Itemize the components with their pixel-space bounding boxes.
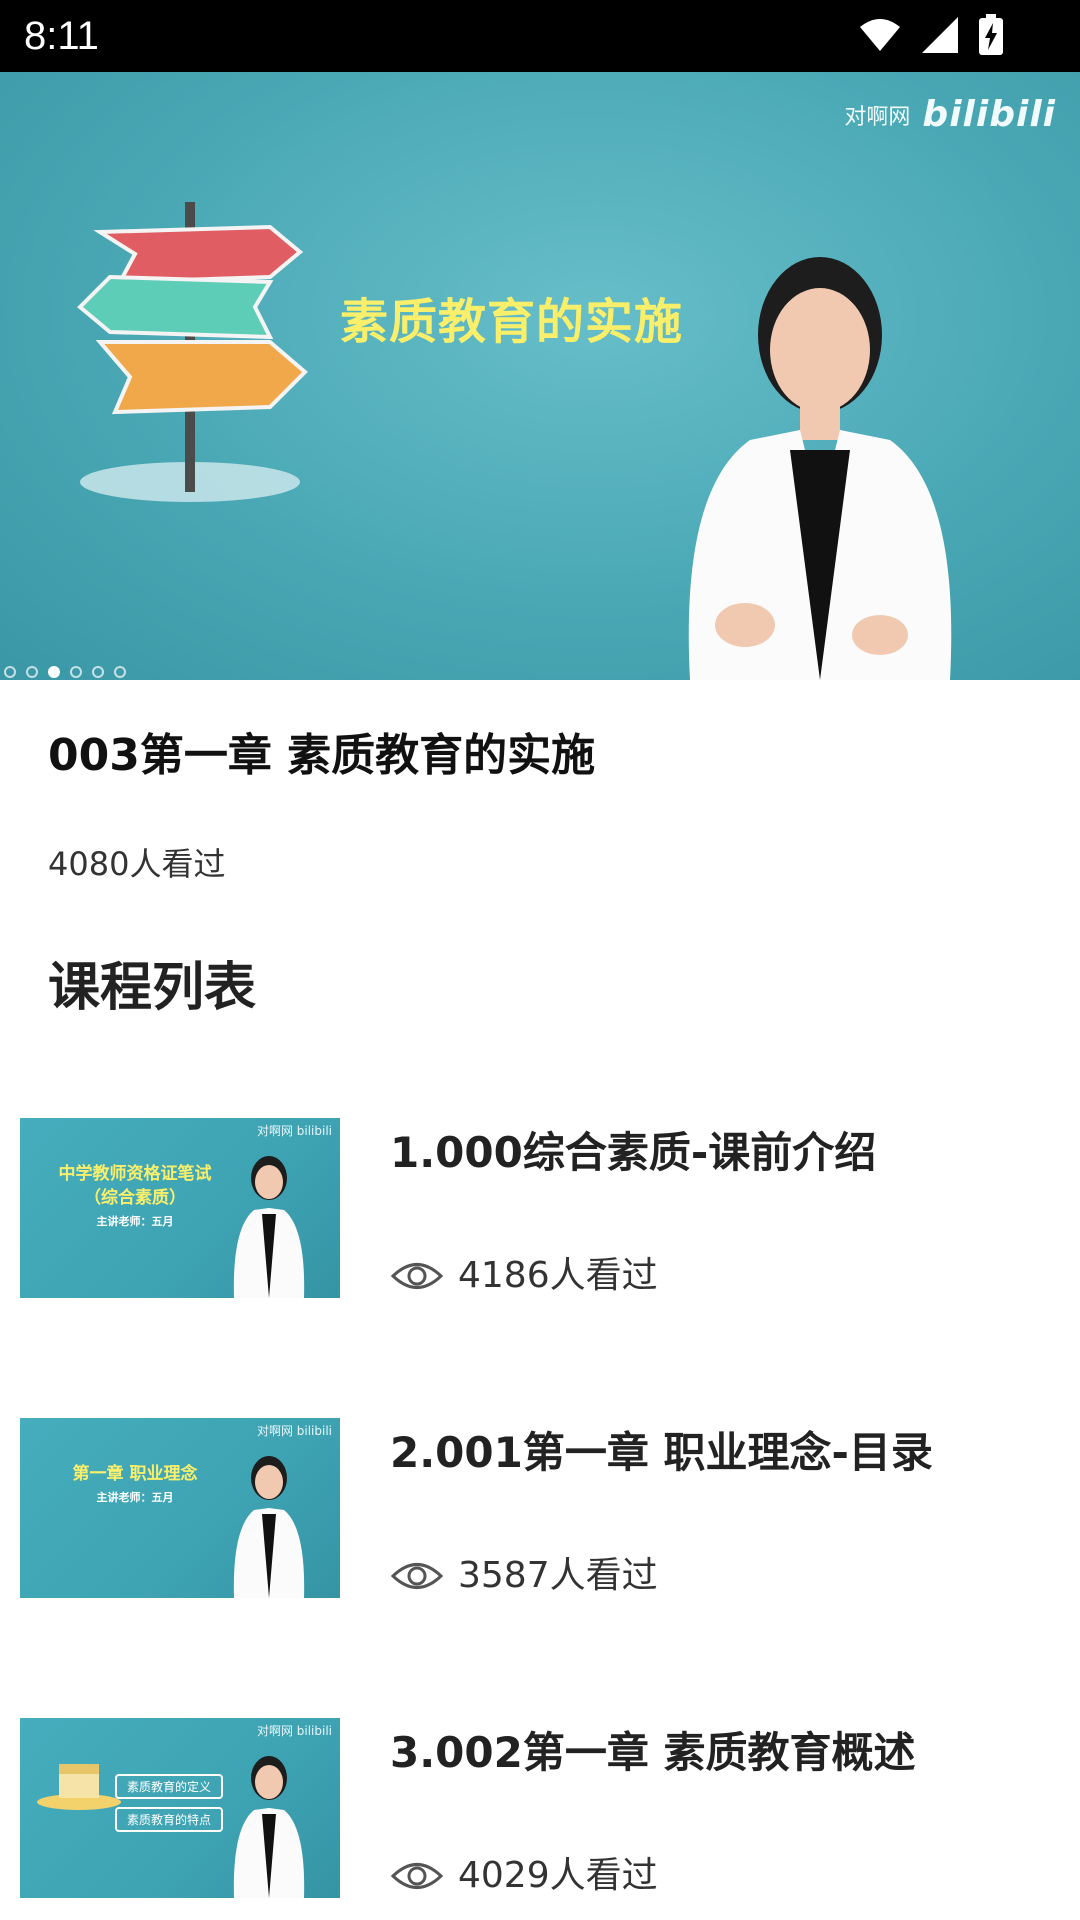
signpost-illustration [77, 202, 308, 502]
video-watermark: 对啊网 bilibili [844, 94, 1056, 135]
progress-dot [26, 666, 38, 678]
video-title: 003第一章 素质教育的实施 [48, 730, 596, 781]
thumbnail-caption-box: 素质教育的定义 [115, 1774, 224, 1799]
thumbnail-caption-line: （综合素质） [84, 1188, 186, 1208]
eye-icon [390, 1563, 444, 1589]
progress-dot [114, 666, 126, 678]
status-icons [858, 14, 1004, 56]
course-view-count: 4029人看过 [458, 1855, 658, 1896]
thumbnail-caption: 素质教育的定义 素质教育的特点 [115, 1774, 224, 1832]
course-thumbnail: 对啊网 bilibili 素质教育的定义 素质教育的特点 [20, 1718, 340, 1898]
signal-icon [922, 17, 958, 53]
course-views: 3587人看过 [390, 1554, 658, 1598]
thumbnail-subcaption: 主讲老师：五月 [96, 1491, 174, 1504]
wifi-icon [860, 19, 900, 51]
thumbnail-caption: 中学教师资格证笔试 （综合素质） 主讲老师：五月 [30, 1162, 240, 1234]
thumbnail-caption: 第一章 职业理念 主讲老师：五月 [30, 1462, 240, 1510]
video-heading: 素质教育的实施 [340, 294, 684, 350]
presenter-figure [688, 257, 952, 680]
course-thumbnail: 对啊网 bilibili 第一章 职业理念 主讲老师：五月 [20, 1418, 340, 1598]
battery-charging-icon [979, 14, 1003, 55]
status-time: 8:11 [24, 14, 99, 58]
thumbnail-caption-box: 素质教育的特点 [115, 1807, 224, 1832]
thumbnail-watermark: 对啊网 bilibili [256, 1124, 332, 1138]
eye-icon [390, 1263, 444, 1289]
thumbnail-watermark: 对啊网 bilibili [256, 1724, 332, 1738]
course-title: 1.000综合素质-课前介绍 [390, 1128, 877, 1177]
course-thumbnail: 对啊网 bilibili 中学教师资格证笔试 （综合素质） 主讲老师：五月 [20, 1118, 340, 1298]
course-views: 4186人看过 [390, 1254, 658, 1298]
course-views: 4029人看过 [390, 1854, 658, 1898]
thumbnail-caption-line: 第一章 职业理念 [72, 1464, 198, 1484]
course-title: 2.001第一章 职业理念-目录 [390, 1428, 933, 1477]
course-title: 3.002第一章 素质教育概述 [390, 1728, 916, 1777]
course-list-item[interactable]: 对啊网 bilibili 素质教育的定义 素质教育的特点 3.002第一章 素质… [0, 1718, 1080, 1918]
presenter-thumbnail-figure [233, 1756, 305, 1898]
watermark-text: 对啊网 [844, 104, 911, 130]
presenter-thumbnail-figure [233, 1156, 305, 1298]
treasure-chest-illustration [37, 1764, 121, 1810]
video-player[interactable]: 对啊网 bilibili 素质教育的实施 [0, 72, 1080, 680]
bilibili-logo: bilibili [922, 94, 1056, 135]
video-progress-dots [0, 666, 126, 678]
progress-dot [4, 666, 16, 678]
course-view-count: 3587人看过 [458, 1555, 658, 1596]
thumbnail-caption-line: 中学教师资格证笔试 [58, 1164, 212, 1184]
thumbnail-subcaption: 主讲老师：五月 [96, 1215, 174, 1228]
thumbnail-watermark: 对啊网 bilibili [256, 1424, 332, 1438]
presenter-thumbnail-figure [233, 1456, 305, 1598]
video-view-count: 4080人看过 [48, 845, 226, 883]
course-view-count: 4186人看过 [458, 1255, 658, 1296]
progress-dot [92, 666, 104, 678]
status-bar: 8:11 [0, 0, 1080, 72]
course-list-item[interactable]: 对啊网 bilibili 中学教师资格证笔试 （综合素质） 主讲老师：五月 1.… [0, 1118, 1080, 1318]
progress-dot [48, 666, 60, 678]
progress-dot [70, 666, 82, 678]
eye-icon [390, 1863, 444, 1889]
course-list-item[interactable]: 对啊网 bilibili 第一章 职业理念 主讲老师：五月 2.001第一章 职… [0, 1418, 1080, 1618]
course-list-heading: 课程列表 [48, 958, 257, 1018]
